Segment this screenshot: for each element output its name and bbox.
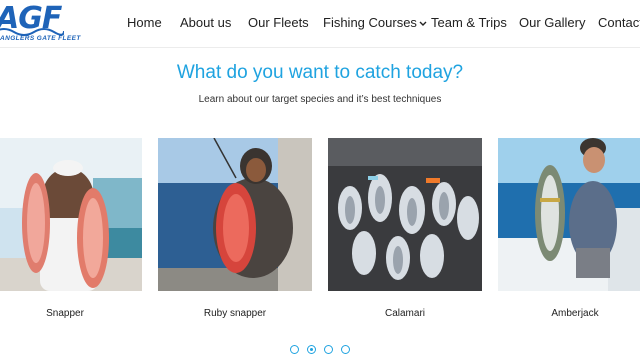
- species-photo: [328, 138, 482, 291]
- chevron-down-icon: [419, 21, 427, 26]
- nav-our-fleets[interactable]: Our Fleets: [248, 15, 309, 30]
- nav-team-trips[interactable]: Team & Trips: [431, 15, 507, 30]
- carousel-dot-3[interactable]: [324, 345, 333, 354]
- nav-contact[interactable]: Contact: [598, 15, 640, 30]
- species-photo: [158, 138, 312, 291]
- carousel-pagination: [0, 345, 640, 355]
- nav-fishing-courses-label: Fishing Courses: [323, 15, 417, 30]
- nav-home[interactable]: Home: [127, 15, 162, 30]
- species-caption: Snapper: [46, 308, 84, 319]
- species-caption: Calamari: [384, 308, 425, 319]
- carousel-dot-4[interactable]: [341, 345, 350, 354]
- species-caption: Amberjack: [551, 308, 599, 319]
- species-carousel: Snapper Ruby snapper Calamari Amberjack: [0, 138, 640, 338]
- species-photo: [0, 138, 142, 291]
- species-photo: [498, 138, 640, 291]
- carousel-dot-2[interactable]: [307, 345, 316, 354]
- nav-fishing-courses[interactable]: Fishing Courses: [323, 15, 427, 30]
- section-title: What do you want to catch today?: [176, 62, 464, 83]
- nav-about-us[interactable]: About us: [180, 15, 231, 30]
- carousel-dot-1[interactable]: [290, 345, 299, 354]
- site-header: AGF ANGLERS GATE FLEET Home About us Our…: [0, 0, 640, 48]
- section-subtitle: Learn about our target species and it’s …: [198, 94, 442, 105]
- nav-our-gallery[interactable]: Our Gallery: [519, 15, 585, 30]
- species-caption: Ruby snapper: [203, 308, 267, 319]
- main-nav: Home About us Our Fleets Fishing Courses…: [0, 0, 640, 48]
